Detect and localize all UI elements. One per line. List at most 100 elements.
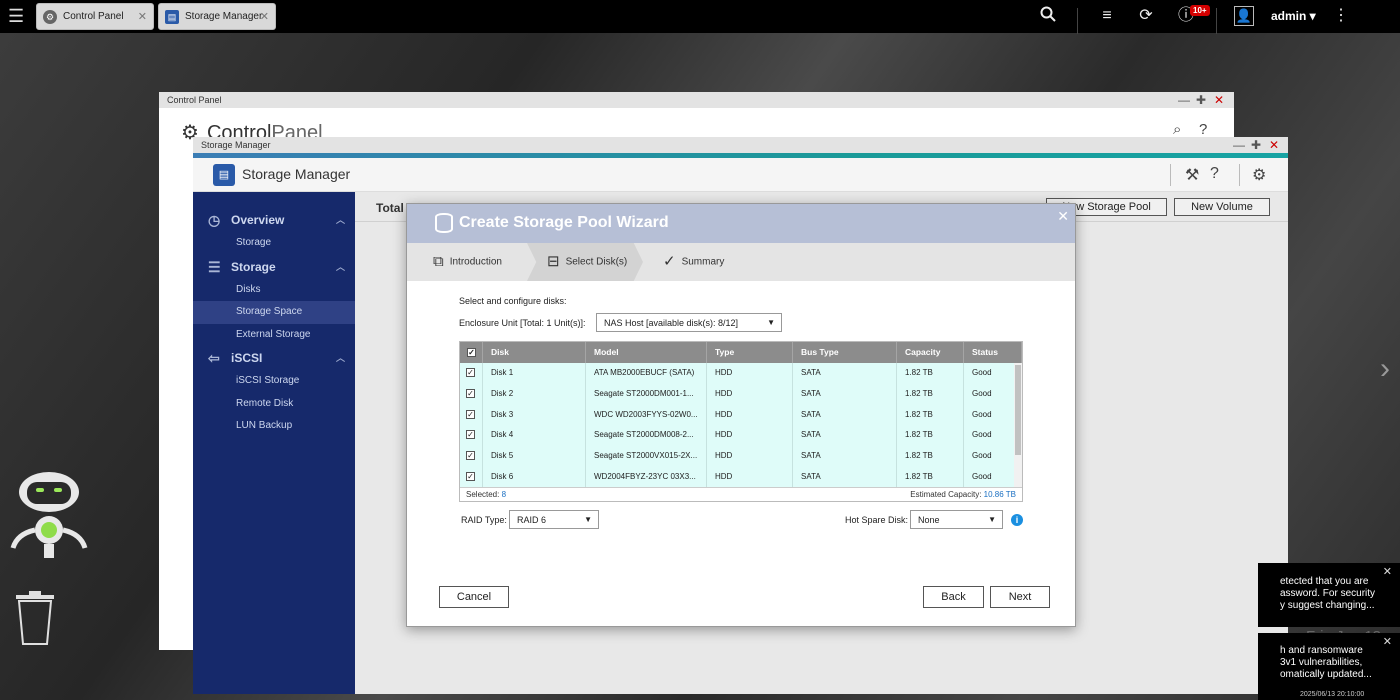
enclosure-select[interactable]: NAS Host [available disk(s): 8/12] ▼ (596, 313, 782, 332)
sidebar-item-external-storage[interactable]: External Storage (193, 324, 355, 347)
iscsi-icon: ⇦ (208, 350, 220, 366)
close-icon[interactable]: ✕ (260, 10, 269, 23)
close-icon[interactable]: ✕ (1269, 137, 1279, 153)
selected-label: Selected: (466, 490, 500, 499)
section-label: iSCSI (231, 351, 263, 365)
hot-spare-select[interactable]: None ▼ (910, 510, 1003, 529)
table-cell: SATA (793, 466, 897, 487)
sidebar-item-remote-disk[interactable]: Remote Disk (193, 393, 355, 416)
menu-icon[interactable]: ☰ (8, 7, 26, 25)
more-icon[interactable]: ⋮ (1331, 6, 1351, 26)
scrollbar-thumb[interactable] (1015, 365, 1021, 455)
close-icon[interactable]: ✕ (1383, 566, 1392, 578)
back-button[interactable]: Back (923, 586, 984, 608)
column-header[interactable]: Bus Type (793, 342, 897, 363)
new-volume-button[interactable]: New Volume (1174, 198, 1270, 216)
row-checkbox-cell: ✓ (460, 383, 483, 405)
assistant-robot-icon[interactable] (9, 468, 89, 564)
notification-line: h and ransomware (1280, 645, 1363, 656)
disk-checkbox[interactable]: ✓ (466, 451, 475, 461)
close-icon[interactable]: ✕ (1057, 208, 1069, 225)
intro-icon: ⧉ (433, 253, 444, 270)
table-footer: Selected: 8 Estimated Capacity: 10.86 TB (460, 487, 1022, 501)
scrollbar[interactable] (1014, 363, 1022, 487)
info-icon[interactable]: i (1011, 514, 1023, 526)
table-cell: 1.82 TB (897, 404, 964, 426)
user-icon[interactable]: 👤 (1234, 6, 1254, 26)
sidebar-section-storage[interactable]: ☰ Storage ︿ (193, 255, 355, 279)
sync-icon[interactable]: ⟳ (1136, 6, 1156, 26)
notification-card[interactable]: ✕ h and ransomware 3v1 vulnerabilities, … (1258, 633, 1400, 700)
minimize-icon[interactable]: — (1233, 137, 1245, 153)
disk-checkbox[interactable]: ✓ (466, 471, 475, 481)
table-cell: 1.82 TB (897, 383, 964, 405)
table-row[interactable]: ✓ Disk 2 Seagate ST2000DM001-1... HDD SATA 1.… (460, 383, 1022, 405)
notification-line: etected that you are (1280, 576, 1369, 587)
window-titlebar[interactable]: Control Panel — ✚ ✕ (159, 92, 1234, 108)
raid-type-select[interactable]: RAID 6 ▼ (509, 510, 599, 529)
disk-checkbox[interactable]: ✓ (466, 368, 475, 377)
tools-icon[interactable]: ⚒ (1185, 165, 1199, 185)
sidebar-item-disks[interactable]: Disks (193, 279, 355, 302)
table-cell: Disk 3 (483, 404, 586, 426)
table-cell: SATA (793, 446, 897, 467)
table-row[interactable]: ✓ Disk 1 ATA MB2000EBUCF (SATA) HDD SATA 1.82… (460, 363, 1022, 384)
table-cell: HDD (707, 466, 793, 487)
disk-icon: ⊟ (547, 253, 560, 270)
minimize-icon[interactable]: — (1178, 92, 1190, 108)
select-all-checkbox[interactable]: ✓ (467, 348, 476, 357)
trash-icon[interactable] (14, 590, 56, 646)
section-label: Overview (231, 213, 285, 227)
chevron-up-icon[interactable]: ︿ (336, 208, 345, 232)
search-icon[interactable]: ⌕ (1173, 121, 1181, 138)
search-icon[interactable] (1038, 6, 1058, 26)
divider (1216, 8, 1217, 34)
cancel-button[interactable]: Cancel (439, 586, 509, 608)
dashboard-icon: ◷ (208, 212, 221, 228)
sidebar-item-lun-backup[interactable]: LUN Backup (193, 415, 355, 438)
table-row[interactable]: ✓ Disk 4 Seagate ST2000DM008-2... HDD SATA 1.… (460, 425, 1022, 447)
taskbar-tab-storage-manager[interactable]: ▤ Storage Manager ✕ (158, 3, 276, 30)
taskbar: ☰ ⚙ Control Panel ✕ ▤ Storage Manager ✕ … (0, 0, 1400, 34)
stack-icon[interactable]: ≡ (1097, 6, 1117, 26)
help-icon[interactable]: ? (1210, 165, 1219, 183)
column-header[interactable]: Type (707, 342, 793, 363)
window-titlebar[interactable]: Storage Manager — ✚ ✕ (193, 137, 1288, 153)
maximize-icon[interactable]: ✚ (1196, 92, 1206, 108)
sidebar-item-storage[interactable]: Storage (193, 232, 355, 255)
database-icon (435, 213, 453, 233)
sidebar-item-iscsi-storage[interactable]: iSCSI Storage (193, 370, 355, 393)
disk-checkbox[interactable]: ✓ (466, 430, 475, 440)
table-row[interactable]: ✓ Disk 6 WD2004FBYZ-23YC 03X3... HDD SATA 1.8… (460, 466, 1022, 487)
next-button[interactable]: Next (990, 586, 1050, 608)
table-cell: HDD (707, 363, 793, 384)
selected-count: Selected: 8 (466, 490, 506, 499)
column-header[interactable]: Disk (483, 342, 586, 363)
sidebar-section-iscsi[interactable]: ⇦ iSCSI ︿ (193, 346, 355, 370)
settings-icon[interactable]: ⚙ (1252, 165, 1266, 185)
table-cell: ATA MB2000EBUCF (SATA) (586, 363, 707, 384)
database-icon: ☰ (208, 258, 221, 275)
close-icon[interactable]: ✕ (1383, 636, 1392, 648)
wizard-steps: ⧉ Introduction ⊟ Select Disk(s) ✓ Summary (407, 243, 1075, 281)
sidebar-section-overview[interactable]: ◷ Overview ︿ (193, 208, 355, 232)
taskbar-tab-control-panel[interactable]: ⚙ Control Panel ✕ (36, 3, 154, 30)
table-cell: 1.82 TB (897, 425, 964, 447)
notification-card[interactable]: ✕ etected that you are assword. For secu… (1258, 563, 1400, 627)
table-row[interactable]: ✓ Disk 3 WDC WD2003FYYS-02W0... HDD SATA 1.82… (460, 404, 1022, 426)
column-header[interactable]: Model (586, 342, 707, 363)
sidebar-item-storage-space[interactable]: Storage Space (193, 301, 355, 324)
table-row[interactable]: ✓ Disk 5 Seagate ST2000VX015-2X... HDD SATA 1… (460, 446, 1022, 467)
user-menu[interactable]: admin ▾ (1271, 9, 1316, 23)
close-icon[interactable]: ✕ (138, 10, 147, 23)
column-header[interactable]: Status (964, 342, 1022, 363)
maximize-icon[interactable]: ✚ (1251, 137, 1261, 153)
close-icon[interactable]: ✕ (1214, 92, 1224, 108)
chevron-up-icon[interactable]: ︿ (336, 255, 345, 279)
disk-checkbox[interactable]: ✓ (466, 409, 475, 419)
column-header[interactable]: Capacity (897, 342, 964, 363)
chevron-right-icon[interactable]: › (1380, 352, 1390, 386)
chevron-up-icon[interactable]: ︿ (336, 346, 345, 370)
disk-checkbox[interactable]: ✓ (466, 388, 475, 398)
help-icon[interactable]: ? (1199, 121, 1207, 138)
